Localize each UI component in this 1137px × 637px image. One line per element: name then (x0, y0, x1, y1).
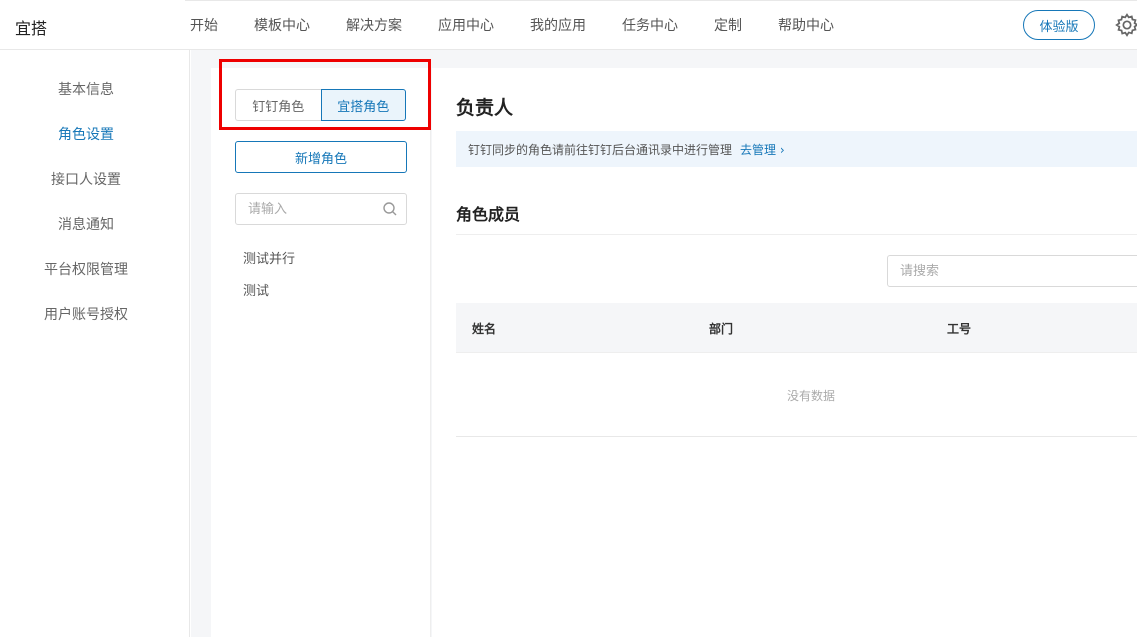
role-list-item[interactable]: 测试 (243, 280, 269, 299)
info-text: 钉钉同步的角色请前往钉钉后台通讯录中进行管理 (468, 142, 733, 157)
nav-item-start[interactable]: 开始 (190, 15, 218, 35)
top-divider (185, 0, 1137, 1)
add-role-button[interactable]: 新增角色 (235, 141, 407, 173)
section-divider (456, 234, 1137, 235)
role-search-box (235, 193, 407, 225)
nav-item-app-center[interactable]: 应用中心 (438, 15, 494, 35)
sidebar-item-platform-permissions[interactable]: 平台权限管理 (0, 259, 172, 279)
gear-icon[interactable] (1114, 12, 1137, 38)
nav-item-custom[interactable]: 定制 (714, 15, 742, 35)
nav-item-templates[interactable]: 模板中心 (254, 15, 310, 35)
column-header-department[interactable]: 部门 (709, 320, 733, 337)
sidebar-item-basic-info[interactable]: 基本信息 (0, 79, 172, 99)
nav-item-my-apps[interactable]: 我的应用 (530, 15, 586, 35)
member-search-input[interactable] (888, 256, 1128, 286)
table-bottom-border (456, 436, 1137, 437)
members-table-header: 姓名 部门 工号 (456, 303, 1137, 353)
members-section-title: 角色成员 (456, 205, 521, 224)
top-navigation-bar: 宜搭 开始 模板中心 解决方案 应用中心 我的应用 任务中心 定制 帮助中心 体… (0, 0, 1137, 50)
trial-version-button[interactable]: 体验版 (1023, 10, 1095, 40)
nav-item-tasks[interactable]: 任务中心 (622, 15, 678, 35)
manage-link[interactable]: 去管理 › (740, 141, 785, 158)
sidebar-item-account-authorization[interactable]: 用户账号授权 (0, 304, 172, 324)
member-search-box (887, 255, 1137, 287)
sidebar-item-notifications[interactable]: 消息通知 (0, 214, 172, 234)
role-list-item[interactable]: 测试并行 (243, 248, 295, 267)
role-title: 负责人 (456, 97, 514, 119)
nav-item-solutions[interactable]: 解决方案 (346, 15, 402, 35)
settings-sidebar: 基本信息 角色设置 接口人设置 消息通知 平台权限管理 用户账号授权 (0, 50, 190, 637)
column-header-name[interactable]: 姓名 (472, 320, 496, 337)
info-banner: 钉钉同步的角色请前往钉钉后台通讯录中进行管理 去管理 › (456, 131, 1137, 167)
highlight-box (219, 59, 431, 130)
empty-state-text: 没有数据 (786, 389, 835, 403)
role-search-input[interactable] (236, 194, 366, 224)
column-header-employee-id[interactable]: 工号 (947, 320, 971, 337)
sidebar-item-role-settings[interactable]: 角色设置 (0, 124, 172, 144)
nav-item-help[interactable]: 帮助中心 (778, 15, 834, 35)
app-logo[interactable]: 宜搭 (15, 15, 47, 39)
sidebar-item-contact-settings[interactable]: 接口人设置 (0, 169, 172, 189)
search-icon[interactable] (382, 201, 398, 217)
main-nav: 开始 模板中心 解决方案 应用中心 我的应用 任务中心 定制 帮助中心 (190, 15, 870, 35)
